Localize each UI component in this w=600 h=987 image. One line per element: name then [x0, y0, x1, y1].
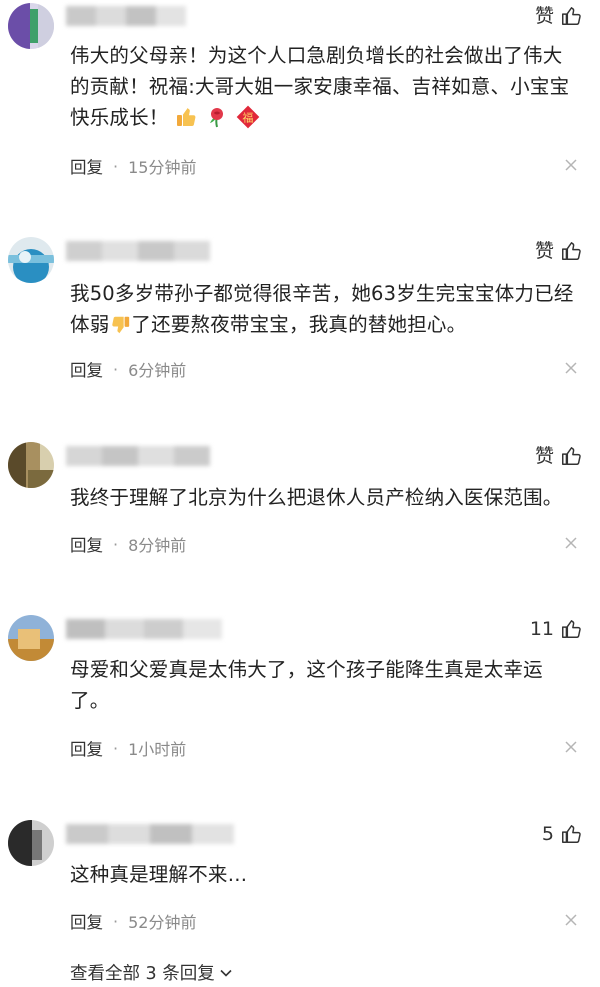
reply-button[interactable]: 回复	[70, 154, 103, 178]
comment-meta: 回复 · 6分钟前	[70, 357, 186, 381]
reply-button[interactable]: 回复	[70, 909, 103, 933]
fu-emoji: 福	[236, 105, 260, 138]
thumbs-up-icon	[562, 825, 581, 843]
like-label: 赞	[534, 5, 554, 27]
comment-text: 我终于理解了北京为什么把退休人员产检纳入医保范围。	[70, 486, 563, 509]
comment-time: 15分钟前	[128, 158, 197, 177]
close-icon[interactable]	[564, 913, 578, 927]
comment-meta: 回复 · 15分钟前	[70, 154, 196, 178]
comment-meta: 回复 · 1小时前	[70, 736, 186, 760]
blurred-username[interactable]	[66, 619, 222, 639]
separator-dot: ·	[113, 156, 119, 176]
comment-text: 这种真是理解不来…	[70, 863, 248, 886]
avatar[interactable]	[8, 615, 54, 661]
like-label: 赞	[534, 445, 554, 467]
avatar-image	[8, 820, 54, 866]
like-count: 5	[541, 823, 554, 845]
like-button[interactable]: 11	[530, 618, 582, 640]
view-all-replies-label: 查看全部 3 条回复	[70, 964, 215, 984]
thumbs-down-emoji	[109, 314, 131, 345]
thumbs-up-icon	[562, 620, 581, 638]
comment-meta: 回复 · 52分钟前	[70, 909, 196, 933]
comment-time: 6分钟前	[128, 361, 187, 380]
chevron-down-icon	[220, 969, 232, 977]
blurred-username[interactable]	[66, 241, 210, 261]
close-icon[interactable]	[564, 740, 578, 754]
blurred-username[interactable]	[66, 824, 234, 844]
comment-time: 1小时前	[128, 740, 187, 759]
comment-text: 伟大的父母亲！为这个人口急剧负增长的社会做出了伟大的贡献！祝福:大哥大姐一家安康…	[70, 40, 575, 138]
separator-dot: ·	[113, 738, 119, 758]
thumbs-up-emoji	[175, 105, 199, 138]
comment-text-content: 伟大的父母亲！为这个人口急剧负增长的社会做出了伟大的贡献！祝福:大哥大姐一家安康…	[70, 44, 570, 129]
comment-text-after: 了还要熬夜带宝宝，我真的替她担心。	[131, 313, 467, 336]
blurred-username[interactable]	[66, 446, 210, 466]
avatar-image	[8, 615, 54, 661]
separator-dot: ·	[113, 359, 119, 379]
comment-text: 我50多岁带孙子都觉得很辛苦，她63岁生完宝宝体力已经体弱 了还要熬夜带宝宝，我真…	[70, 278, 575, 345]
avatar-image	[8, 237, 54, 283]
rose-emoji	[205, 105, 229, 138]
like-label: 赞	[534, 240, 554, 262]
avatar[interactable]	[8, 442, 54, 488]
like-button[interactable]: 赞	[535, 240, 582, 262]
blurred-username[interactable]	[66, 6, 186, 26]
thumbs-up-icon	[562, 242, 581, 260]
like-button[interactable]: 赞	[535, 5, 582, 27]
separator-dot: ·	[113, 911, 119, 931]
comment-text: 母爱和父爱真是太伟大了，这个孩子能降生真是太幸运了。	[70, 658, 543, 712]
avatar-image	[8, 442, 54, 488]
reply-button[interactable]: 回复	[70, 357, 103, 381]
avatar[interactable]	[8, 3, 54, 49]
comment-time: 52分钟前	[128, 913, 197, 932]
separator-dot: ·	[113, 534, 119, 554]
close-icon[interactable]	[564, 536, 578, 550]
view-all-replies-link[interactable]: 查看全部 3 条回复	[70, 960, 233, 985]
close-icon[interactable]	[564, 361, 578, 375]
comment-time: 8分钟前	[128, 536, 187, 555]
thumbs-up-icon	[562, 7, 581, 25]
avatar[interactable]	[8, 820, 54, 866]
reply-button[interactable]: 回复	[70, 532, 103, 556]
like-button[interactable]: 赞	[535, 445, 582, 467]
like-count: 11	[529, 618, 554, 640]
comment-meta: 回复 · 8分钟前	[70, 532, 186, 556]
reply-button[interactable]: 回复	[70, 736, 103, 760]
avatar-image	[8, 3, 54, 49]
avatar[interactable]	[8, 237, 54, 283]
thumbs-up-icon	[562, 447, 581, 465]
close-icon[interactable]	[564, 158, 578, 172]
like-button[interactable]: 5	[542, 823, 582, 845]
svg-text:福: 福	[242, 111, 253, 125]
